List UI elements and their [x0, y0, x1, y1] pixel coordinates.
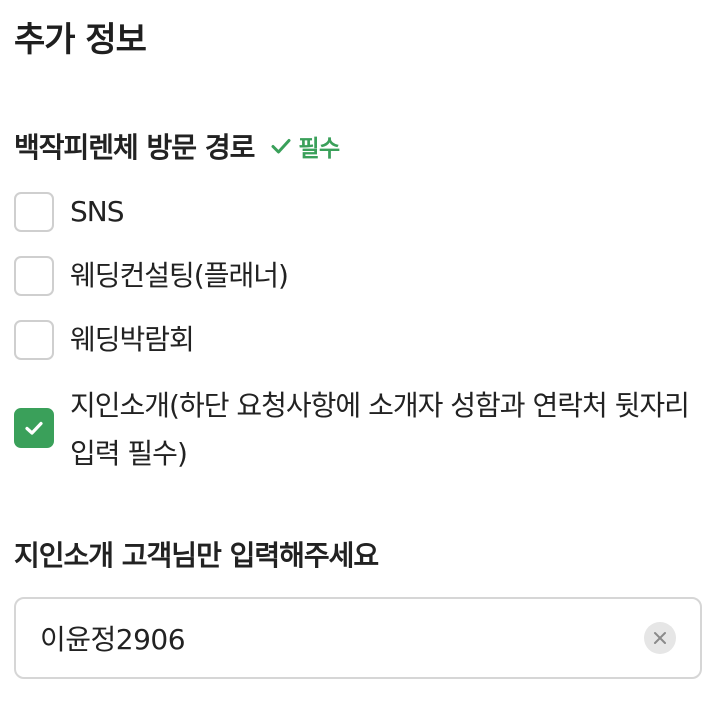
checkbox-wedding-consulting[interactable] [14, 256, 54, 296]
option-sns[interactable]: SNS [14, 192, 700, 236]
section-title: 추가 정보 [14, 20, 147, 60]
option-label[interactable]: 웨딩박람회 [70, 316, 700, 364]
referral-field-label: 지인소개 고객님만 입력해주세요 [14, 539, 379, 572]
checkbox-referral[interactable] [14, 408, 54, 448]
option-wedding-consulting[interactable]: 웨딩컨설팅(플래너) [14, 256, 700, 300]
clear-button[interactable] [644, 622, 676, 654]
checkbox-wedding-fair[interactable] [14, 320, 54, 360]
option-label[interactable]: SNS [70, 188, 700, 236]
close-icon [654, 632, 666, 644]
referral-input-box[interactable] [14, 597, 702, 679]
referral-input[interactable] [40, 621, 644, 655]
required-label: 필수 [298, 136, 340, 162]
question-label: 백작피렌체 방문 경로 [14, 131, 255, 164]
checkbox-sns[interactable] [14, 192, 54, 232]
check-icon [271, 139, 291, 154]
option-label[interactable]: 웨딩컨설팅(플래너) [70, 252, 700, 300]
option-wedding-fair[interactable]: 웨딩박람회 [14, 320, 700, 364]
required-badge: 필수 [270, 129, 340, 163]
option-label[interactable]: 지인소개(하단 요청사항에 소개자 성함과 연락처 뒷자리 입력 필수) [70, 382, 700, 478]
visit-route-question: 백작피렌체 방문 경로 필수 [14, 126, 340, 166]
check-icon [25, 421, 43, 435]
option-referral[interactable]: 지인소개(하단 요청사항에 소개자 성함과 연락처 뒷자리 입력 필수) [14, 389, 700, 478]
